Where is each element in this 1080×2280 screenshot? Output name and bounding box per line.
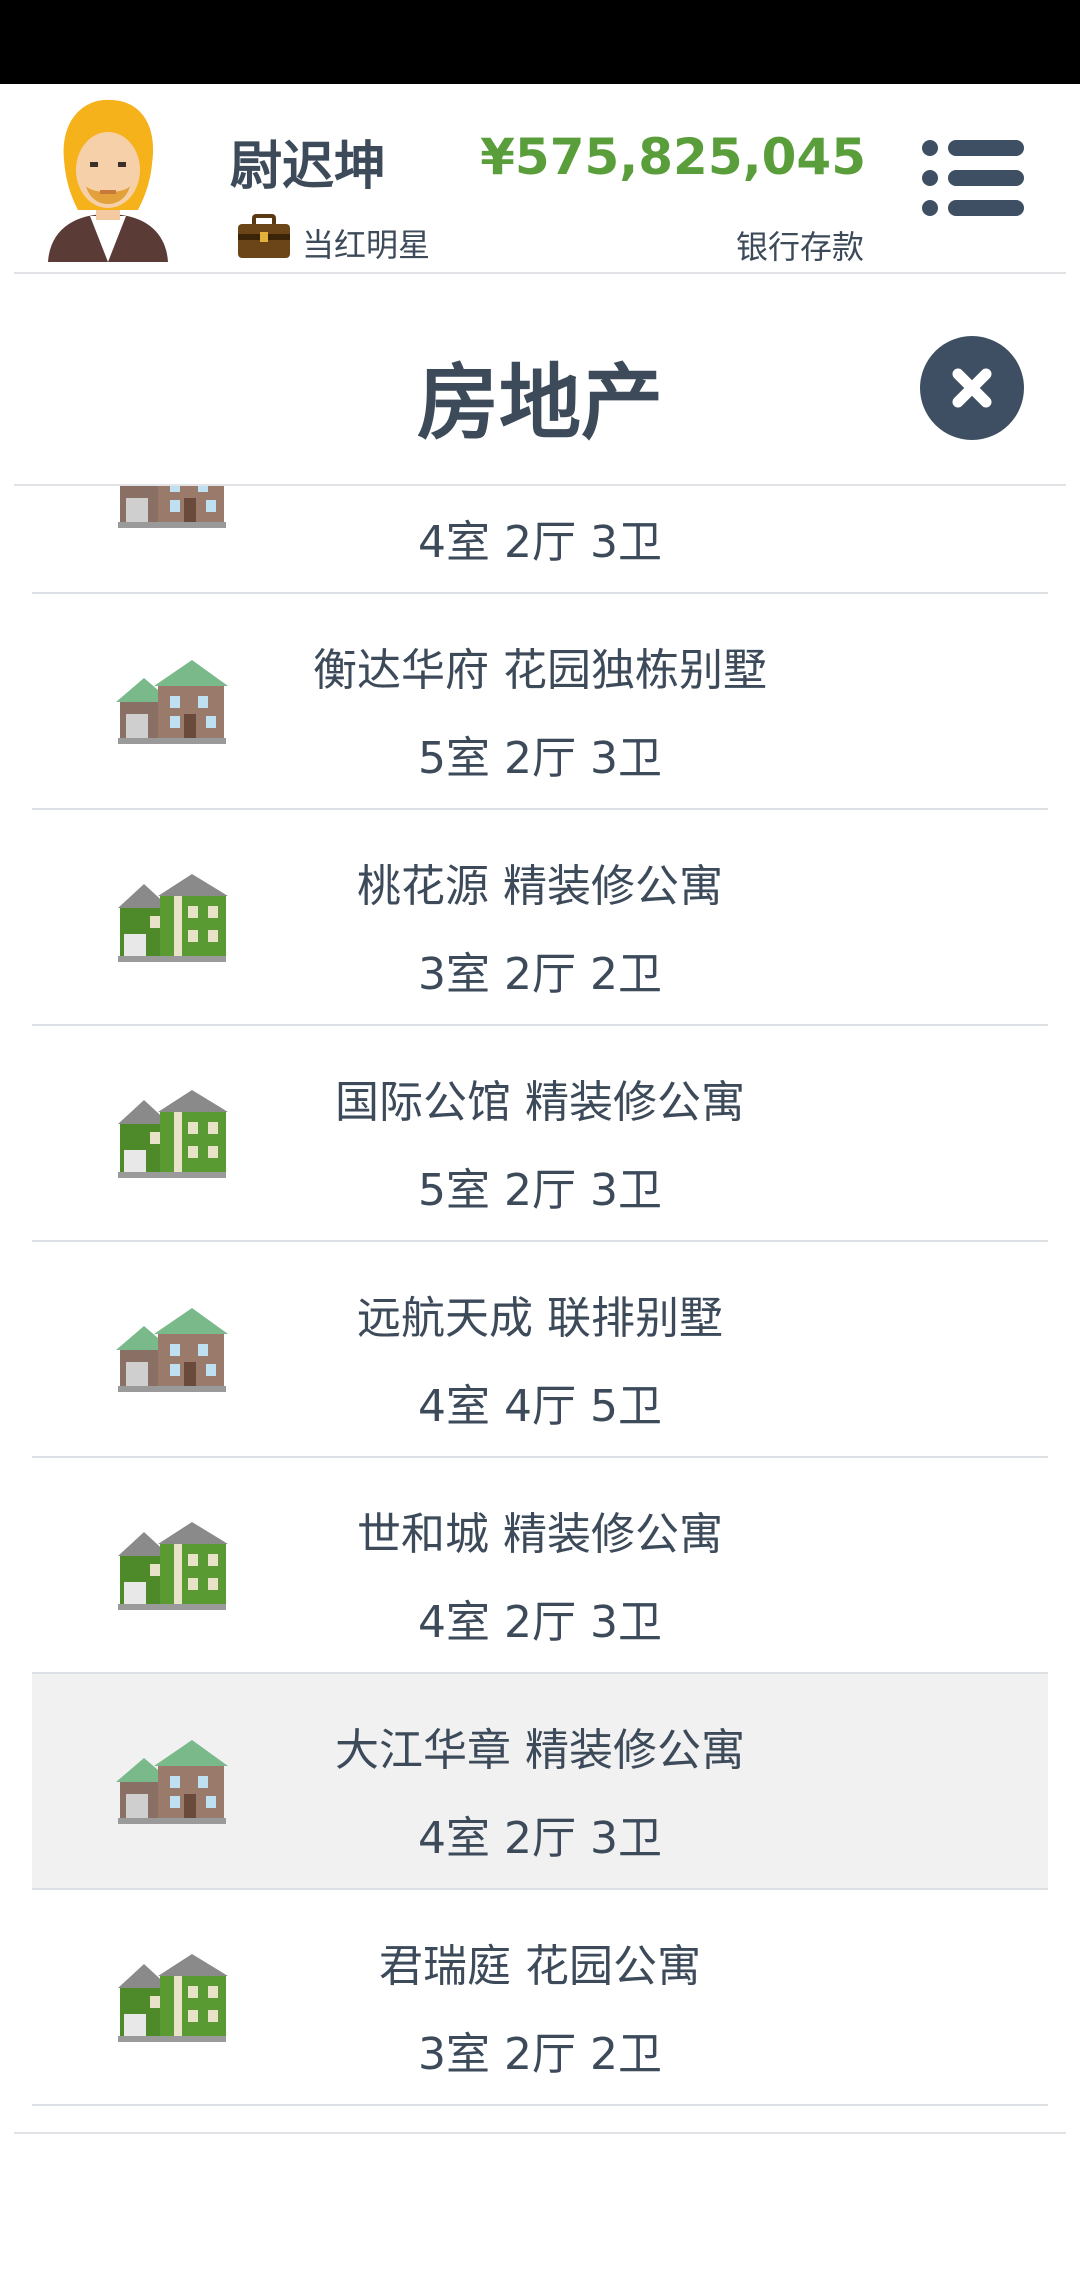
property-row[interactable]: 君瑞庭 花园公寓 3室 2厅 2卫	[32, 1890, 1048, 2106]
property-name: 君瑞庭 花园公寓	[379, 1941, 701, 1992]
property-rooms: 5室 2厅 3卫	[418, 733, 662, 784]
property-list[interactable]: 4室 2厅 3卫 衡达华府 花园独栋别墅 5室 2厅 3卫 桃花源 精装修公寓 3室 2…	[0, 486, 1080, 2132]
property-name: 世和城 精装修公寓	[357, 1509, 723, 1560]
property-rooms: 4室 4厅 5卫	[418, 1381, 662, 1432]
list-bottom-divider	[14, 2132, 1066, 2134]
bank-balance: ¥575,825,045	[480, 128, 866, 186]
bank-balance-label: 银行存款	[735, 228, 864, 266]
property-rooms: 4室 2厅 3卫	[418, 1813, 662, 1864]
job-title: 当红明星	[302, 226, 431, 264]
property-rooms: 5室 2厅 3卫	[418, 1165, 662, 1216]
page-title: 房地产	[416, 356, 663, 451]
property-name: 衡达华府 花园独栋别墅	[313, 645, 767, 696]
property-row[interactable]: 世和城 精装修公寓 4室 2厅 3卫	[32, 1458, 1048, 1674]
property-row[interactable]: 衡达华府 花园独栋别墅 5室 2厅 3卫	[32, 594, 1048, 810]
property-rooms: 4室 2厅 3卫	[418, 1597, 662, 1648]
close-x-icon	[952, 368, 992, 408]
menu-list-icon	[922, 140, 1024, 216]
player-name: 尉迟坤	[230, 137, 387, 197]
property-row[interactable]: 国际公馆 精装修公寓 5室 2厅 3卫	[32, 1026, 1048, 1242]
property-rooms: 3室 2厅 2卫	[418, 949, 662, 1000]
property-row[interactable]: 远航天成 联排别墅 4室 4厅 5卫	[32, 1242, 1048, 1458]
blonde-man-avatar-icon	[48, 99, 168, 262]
property-name: 国际公馆 精装修公寓	[335, 1077, 745, 1128]
close-button[interactable]	[920, 336, 1024, 440]
property-rooms: 3室 2厅 2卫	[418, 2029, 662, 2080]
property-name: 远航天成 联排别墅	[357, 1293, 723, 1344]
property-name: 大江华章 精装修公寓	[335, 1725, 745, 1776]
property-row[interactable]: 桃花源 精装修公寓 3室 2厅 2卫	[32, 810, 1048, 1026]
status-bar	[0, 0, 1080, 84]
title-bar: 房地产	[0, 274, 1080, 484]
property-rooms: 4室 2厅 3卫	[418, 517, 662, 568]
property-name: 桃花源 精装修公寓	[357, 861, 723, 912]
briefcase-icon	[236, 214, 292, 260]
property-row[interactable]: 大江华章 精装修公寓 4室 2厅 3卫	[32, 1674, 1048, 1890]
player-header: 尉迟坤 当红明星 ¥575,825,045 银行存款	[0, 84, 1080, 274]
menu-button[interactable]	[918, 136, 1028, 220]
property-list-content: 4室 2厅 3卫 衡达华府 花园独栋别墅 5室 2厅 3卫 桃花源 精装修公寓 3室 2…	[32, 486, 1048, 2106]
avatar[interactable]	[38, 98, 178, 262]
property-row[interactable]: 4室 2厅 3卫	[32, 486, 1048, 594]
